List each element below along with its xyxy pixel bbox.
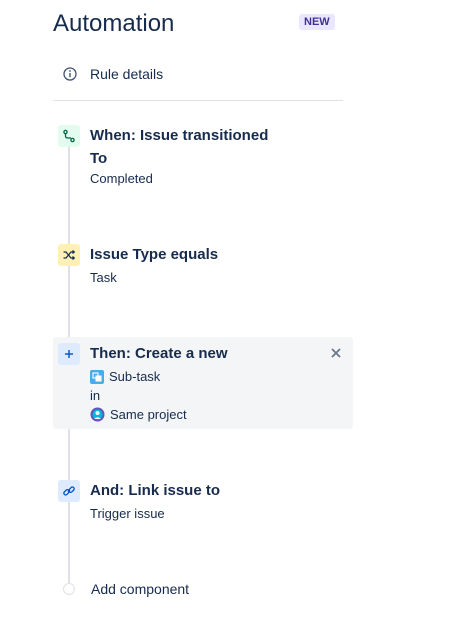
- close-icon[interactable]: [329, 346, 343, 360]
- link-issue-title: And: Link issue to: [90, 482, 221, 499]
- link-icon: [58, 480, 80, 502]
- branch-icon: [58, 125, 80, 147]
- trigger-title: When: Issue transitioned: [90, 127, 269, 144]
- add-component-label: Add component: [91, 581, 190, 597]
- trigger-step[interactable]: When: Issue transitioned To Completed: [53, 125, 353, 195]
- info-icon: [62, 66, 78, 82]
- new-badge: NEW: [299, 14, 335, 30]
- trigger-detail: Completed: [90, 171, 153, 186]
- project-label: Same project: [110, 407, 187, 422]
- shuffle-icon: [58, 244, 80, 266]
- project-icon: [90, 407, 105, 427]
- add-component-button[interactable]: Add component: [62, 581, 189, 597]
- project-value: Same project: [90, 406, 187, 427]
- link-issue-step[interactable]: And: Link issue to Trigger issue: [53, 480, 353, 530]
- create-issue-title: Then: Create a new: [90, 345, 228, 362]
- condition-detail: Task: [90, 270, 117, 285]
- link-issue-detail: Trigger issue: [90, 506, 165, 521]
- issue-type-label: Sub-task: [109, 369, 161, 384]
- divider: [53, 100, 343, 101]
- create-issue-step[interactable]: Then: Create a new Sub-task in Same proj…: [53, 337, 353, 429]
- page-title: Automation: [53, 10, 175, 37]
- plus-icon: [58, 343, 80, 365]
- condition-title: Issue Type equals: [90, 246, 219, 263]
- in-label: in: [90, 388, 101, 403]
- issue-type-value: Sub-task: [90, 368, 160, 389]
- rule-details-link[interactable]: Rule details: [62, 66, 163, 82]
- trigger-title-to: To: [90, 150, 108, 167]
- rule-details-label: Rule details: [90, 66, 164, 82]
- empty-node-icon: [63, 583, 75, 595]
- condition-step[interactable]: Issue Type equals Task: [53, 244, 353, 294]
